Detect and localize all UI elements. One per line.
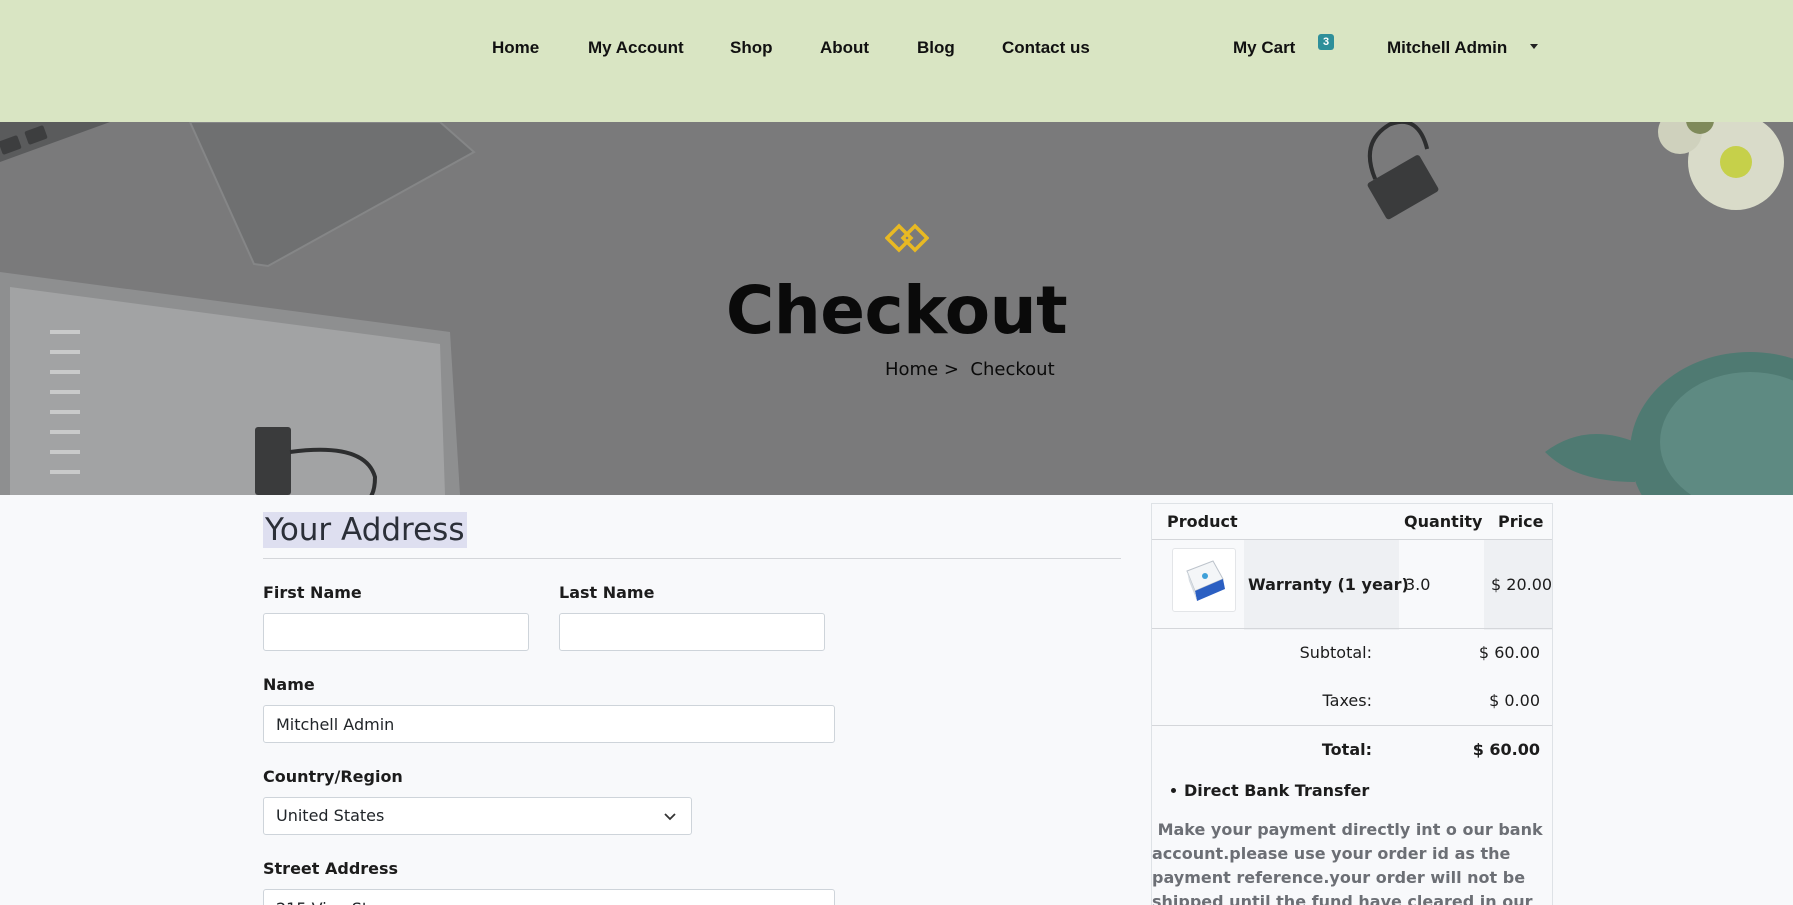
street-label: Street Address: [263, 859, 399, 878]
chevron-down-icon: [664, 813, 676, 821]
user-menu-toggle[interactable]: Mitchell Admin: [1387, 38, 1507, 58]
last-name-field[interactable]: [559, 613, 825, 651]
order-summary-panel: Product Quantity Price Warranty (1 year)…: [1151, 503, 1553, 905]
items-divider: [1152, 628, 1552, 629]
name-field[interactable]: [263, 705, 835, 743]
breadcrumb-home-link[interactable]: Home >: [885, 359, 959, 380]
payment-description: Make your payment directly int o our ban…: [1152, 818, 1550, 905]
nav-my-account-link[interactable]: My Account: [588, 38, 684, 58]
product-price: $ 20.00: [1491, 575, 1553, 594]
payment-method-label[interactable]: Direct Bank Transfer: [1184, 781, 1369, 800]
product-name[interactable]: Warranty (1 year): [1248, 575, 1409, 594]
subtotal-label: Subtotal:: [1299, 643, 1372, 662]
total-label: Total:: [1321, 740, 1372, 759]
section-divider: [263, 558, 1121, 559]
list-bullet: [1171, 788, 1176, 793]
country-select[interactable]: United States: [263, 797, 692, 835]
page-title: Checkout: [725, 272, 1068, 349]
street-field[interactable]: [263, 889, 835, 905]
last-name-label: Last Name: [559, 583, 655, 602]
cart-count-badge: 3: [1318, 34, 1334, 50]
product-column-header: Product: [1167, 512, 1238, 531]
country-label: Country/Region: [263, 767, 403, 786]
first-name-field[interactable]: [263, 613, 529, 651]
breadcrumb-current: Checkout: [970, 359, 1055, 380]
product-quantity: 3.0: [1405, 575, 1431, 594]
total-value: $ 60.00: [1472, 740, 1540, 759]
totals-divider: [1152, 725, 1552, 726]
payment-description-text: Make your payment directly int o our ban…: [1152, 820, 1543, 905]
page-hero-banner: Checkout Home > Checkout: [0, 122, 1793, 495]
quantity-column-header: Quantity: [1404, 512, 1483, 531]
my-cart-link[interactable]: My Cart: [1233, 38, 1295, 58]
name-label: Name: [263, 675, 315, 694]
product-thumbnail[interactable]: [1172, 548, 1236, 612]
nav-home-link[interactable]: Home: [492, 38, 539, 58]
nav-blog-link[interactable]: Blog: [917, 38, 955, 58]
caret-down-icon[interactable]: [1530, 44, 1538, 49]
subtotal-value: $ 60.00: [1478, 643, 1540, 662]
country-selected-value: United States: [276, 806, 385, 825]
box-product-image-icon: [1186, 560, 1225, 601]
nav-shop-link[interactable]: Shop: [730, 38, 773, 58]
price-column-header: Price: [1498, 512, 1544, 531]
taxes-label: Taxes:: [1322, 691, 1372, 710]
address-section-title: Your Address: [263, 512, 467, 548]
brand-logo-icon: [885, 223, 929, 253]
first-name-label: First Name: [263, 583, 362, 602]
nav-contact-link[interactable]: Contact us: [1002, 38, 1090, 58]
taxes-value: $ 0.00: [1489, 691, 1540, 710]
nav-about-link[interactable]: About: [820, 38, 869, 58]
top-navbar: Home My Account Shop About Blog Contact …: [0, 0, 1793, 122]
breadcrumb: Home > Checkout: [885, 359, 1055, 380]
